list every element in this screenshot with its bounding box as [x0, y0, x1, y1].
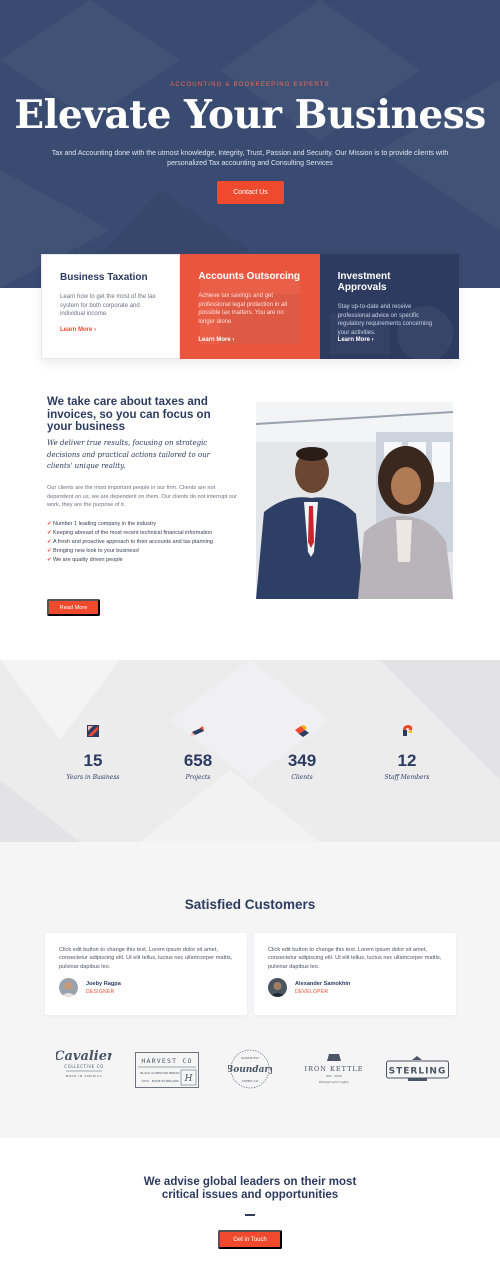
- svg-text:H: H: [184, 1074, 193, 1084]
- stats-section: 15 Years in Business 658 Projects 349 Cl…: [0, 660, 500, 842]
- svg-text:STERLING: STERLING: [389, 1067, 447, 1077]
- customers-section: Satisfied Customers Click edit button to…: [0, 842, 500, 1138]
- hero-background-pattern: [0, 0, 500, 288]
- svg-text:Cavalier: Cavalier: [56, 1049, 112, 1064]
- list-item: ✔ Number 1 leading company in the industr…: [47, 521, 157, 527]
- chart-icon: [87, 725, 99, 737]
- service-card-title: Investment Approvals: [337, 271, 391, 293]
- service-card-title: Accounts Outsorcing: [198, 271, 301, 282]
- hero-section: Accounting & Bookkeeping Experts Elevate…: [0, 0, 500, 288]
- handshake-icon: [295, 725, 309, 737]
- testimonial-author: Joeby Ragpa DESIGNER: [59, 978, 121, 997]
- cta-heading: We advise global leaders on their most c…: [143, 1176, 357, 1201]
- team-photo: [256, 402, 453, 599]
- svg-text:IRON KETTLE: IRON KETTLE: [305, 1065, 364, 1073]
- person-role: DESIGNER: [86, 989, 115, 995]
- harvest-co-logo: HARVEST CO BLACK GUMWOOD BREAD 1974 · MA…: [135, 1052, 199, 1088]
- learn-more-link[interactable]: Learn More ›: [60, 327, 96, 333]
- stat-value: 349: [287, 751, 317, 770]
- hero-eyebrow: Accounting & Bookkeeping Experts: [170, 82, 330, 88]
- stat-value: 15: [83, 751, 103, 770]
- testimonial-card: Click edit button to change this text. L…: [45, 933, 247, 1015]
- service-card-accounts-outsorcing: Accounts Outsorcing Achieve tax savings …: [180, 254, 320, 359]
- learn-more-link[interactable]: Learn More ›: [338, 337, 374, 343]
- testimonial-author: Alexander Samokhin DEVELOPER: [268, 978, 350, 997]
- about-bullet-list: ✔ Number 1 leading company in the industr…: [47, 520, 237, 565]
- cavalier-logo: Cavalier COLLECTIVE CO MADE IN AMERICA: [56, 1049, 112, 1078]
- stat-value: 658: [183, 751, 213, 770]
- sterling-logo: STERLING: [386, 1056, 449, 1081]
- stat-label: Staff Members: [384, 774, 430, 781]
- service-card-text: Achieve tax savings and get professional…: [198, 293, 288, 325]
- service-card-investment-approvals: Investment Approvals Stay up-to-date and…: [319, 254, 459, 359]
- svg-text:GOODS EST: GOODS EST: [241, 1056, 259, 1060]
- service-card-text: Stay up-to-date and receive professional…: [337, 304, 433, 336]
- stat-staff: 12 Staff Members: [357, 724, 457, 781]
- hero-subtitle: Tax and Accounting done with the utmost …: [51, 150, 449, 167]
- read-more-button[interactable]: Read More: [47, 599, 100, 616]
- person-name: Alexander Samokhin: [295, 981, 351, 987]
- stat-years: 15 Years in Business: [43, 724, 143, 781]
- avatar: [59, 978, 78, 997]
- stat-clients: 349 Clients: [252, 724, 352, 781]
- avatar: [268, 978, 287, 997]
- learn-more-link[interactable]: Learn More ›: [198, 337, 234, 343]
- list-item: ✔ Bringing new look to your business!: [47, 547, 140, 554]
- svg-text:BLACK GUMWOOD BREAD: BLACK GUMWOOD BREAD: [140, 1071, 180, 1075]
- stat-label: Projects: [185, 774, 211, 781]
- stat-label: Clients: [291, 774, 313, 781]
- person-role: DEVELOPER: [295, 989, 329, 995]
- customers-title: Satisfied Customers: [184, 897, 316, 912]
- testimonial-text: Click edit button to change this text. L…: [268, 947, 442, 970]
- testimonial-card: Click edit button to change this text. L…: [254, 933, 456, 1015]
- svg-text:MADE IN AMERICA: MADE IN AMERICA: [66, 1074, 103, 1078]
- svg-text:EST · 1930: EST · 1930: [326, 1074, 341, 1078]
- svg-text:Boundary: Boundary: [228, 1065, 272, 1075]
- hero-title: Elevate Your Business: [14, 92, 486, 138]
- about-body: Our clients are the most important peopl…: [47, 485, 238, 508]
- team-icon: [403, 725, 413, 736]
- list-item: ✔ Keeping abreast of the most recent tech…: [47, 529, 213, 536]
- service-card-title: Business Taxation: [60, 272, 148, 283]
- service-card-text: Learn how to get the most of the tax sys…: [60, 294, 156, 317]
- get-in-touch-button[interactable]: Get in Touch: [218, 1230, 282, 1249]
- testimonial-text: Click edit button to change this text. L…: [59, 947, 233, 970]
- svg-text:COLLECTIVE CO: COLLECTIVE CO: [64, 1064, 104, 1069]
- about-heading: We take care about taxes and invoices, s…: [47, 396, 211, 433]
- iron-kettle-logo: IRON KETTLE EST · 1930 Handground Coffee: [305, 1054, 364, 1084]
- service-card-business-taxation: Business Taxation Learn how to get the m…: [41, 254, 181, 359]
- svg-text:1974 · MADE IN IRELAND: 1974 · MADE IN IRELAND: [141, 1079, 179, 1083]
- divider: [245, 1214, 255, 1216]
- stat-projects: 658 Projects: [148, 724, 248, 781]
- list-item: ✔ A fresh and proactive approach to their…: [47, 538, 213, 545]
- services-cards: Business Taxation Learn how to get the m…: [41, 254, 459, 359]
- svg-text:HARVEST CO: HARVEST CO: [141, 1057, 192, 1065]
- svg-text:SUPPLY CO: SUPPLY CO: [242, 1079, 259, 1083]
- stat-value: 12: [397, 751, 417, 770]
- boundary-logo: Boundary GOODS EST SUPPLY CO: [228, 1049, 272, 1089]
- stat-label: Years in Business: [66, 774, 120, 781]
- contact-us-button[interactable]: Contact Us: [217, 181, 284, 204]
- pen-icon: [191, 726, 204, 736]
- list-item: ✔ We are quality driven people: [47, 556, 123, 563]
- svg-text:Handground Coffee: Handground Coffee: [318, 1080, 349, 1084]
- business-people-image: [256, 402, 453, 599]
- person-name: Joeby Ragpa: [86, 981, 121, 987]
- about-lead: We deliver true results, focusing on str…: [47, 439, 210, 470]
